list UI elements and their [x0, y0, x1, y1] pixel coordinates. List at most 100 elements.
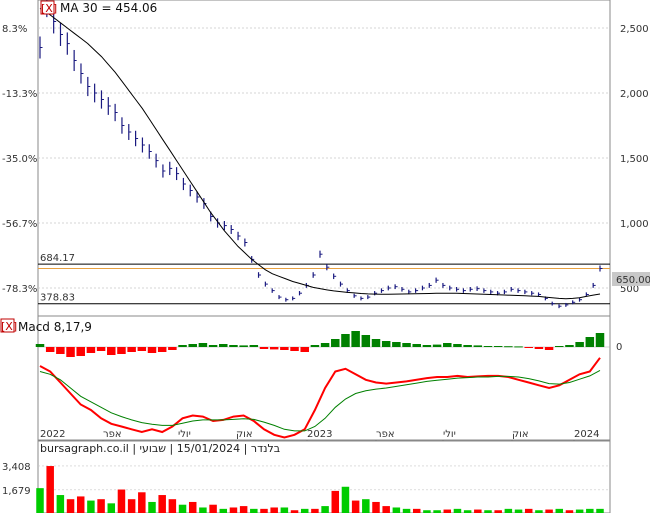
volume-bar	[229, 507, 238, 513]
macd-histogram-bar	[96, 347, 106, 351]
x-axis-tick: 2022	[40, 429, 65, 440]
macd-histogram-bar	[331, 339, 340, 347]
macd-histogram-bar	[443, 343, 452, 347]
volume-bar	[402, 508, 411, 513]
volume-bar	[504, 508, 513, 513]
volume-bar	[453, 508, 462, 513]
macd-histogram-bar	[86, 347, 96, 353]
volume-bar	[209, 504, 217, 513]
x-axis-tick: יולי	[178, 429, 191, 440]
macd-histogram-bar	[412, 344, 421, 347]
volume-bar	[87, 500, 95, 513]
close-macd-panel-label: [X]	[1, 320, 17, 333]
macd-histogram-bar	[595, 333, 605, 347]
macd-histogram-bar	[341, 334, 350, 347]
volume-left-tick: 1,679	[2, 486, 31, 497]
x-axis-tick: אוק	[512, 429, 529, 440]
stock-chart: 2,5002,0001,5001,000500 8.3%-13.3%-35.0%…	[0, 0, 650, 513]
volume-bar	[555, 508, 564, 513]
macd-histogram-bar	[463, 345, 472, 347]
macd-histogram-bar	[473, 345, 483, 347]
macd-histogram-bar	[188, 344, 197, 347]
macd-histogram-bar	[147, 347, 157, 353]
macd-histogram-bar	[157, 347, 167, 352]
volume-bar	[372, 501, 380, 513]
price-right-tick: 1,500	[620, 154, 649, 165]
price-panel-title: MA 30 = 454.06	[60, 1, 157, 15]
volume-bar	[270, 507, 278, 513]
macd-histogram-bar	[45, 347, 55, 352]
volume-bar	[586, 508, 594, 513]
volume-bar	[66, 499, 75, 513]
volume-bar	[514, 509, 523, 513]
macd-histogram-bar	[381, 341, 391, 347]
price-left-tick: -56.7%	[2, 219, 37, 230]
volume-bar	[596, 508, 604, 513]
macd-histogram-bar	[127, 347, 136, 352]
x-axis-tick: אפר	[103, 429, 122, 440]
volume-bar	[321, 506, 329, 513]
macd-histogram-bar	[534, 347, 544, 349]
volume-bar	[76, 496, 85, 513]
macd-histogram-bar	[290, 347, 299, 351]
macd-histogram-bar	[575, 342, 584, 347]
volume-bar	[382, 506, 390, 513]
macd-histogram-bar	[107, 347, 116, 355]
macd-histogram-bar	[432, 344, 442, 347]
macd-histogram-bar	[249, 345, 259, 347]
x-axis-tick: 2024	[574, 429, 599, 440]
macd-histogram-bar	[422, 345, 432, 347]
x-axis-tick: אוק	[236, 429, 253, 440]
volume-bar	[260, 508, 268, 513]
volume-bar	[412, 508, 421, 513]
macd-histogram-bar	[300, 347, 309, 352]
x-axis-tick: אפר	[376, 429, 395, 440]
macd-histogram-bar	[392, 342, 401, 347]
macd-histogram-bar	[514, 346, 523, 348]
x-axis-tick: 2023	[307, 429, 332, 440]
macd-histogram-bar	[402, 343, 411, 347]
macd-histogram-bar	[269, 347, 279, 350]
volume-bar	[443, 509, 452, 513]
macd-histogram-bar	[361, 335, 371, 347]
volume-bar	[117, 489, 126, 513]
x-axis-tick: יולי	[443, 429, 456, 440]
last-price-label: 650.00	[616, 275, 650, 286]
volume-bar	[138, 492, 146, 513]
macd-panel: [X] Macd 8,17,9 0	[0, 315, 622, 441]
macd-histogram-bar	[565, 345, 574, 347]
volume-bar	[107, 503, 116, 513]
volume-bar	[341, 486, 350, 513]
macd-histogram-bar	[219, 344, 228, 347]
volume-bar	[56, 495, 65, 513]
price-right-tick: 2,000	[620, 89, 649, 100]
macd-histogram-bar	[544, 347, 554, 350]
volume-bar	[545, 509, 553, 513]
volume-bar	[331, 490, 340, 513]
macd-histogram-bar	[35, 344, 45, 347]
price-panel: 2,5002,0001,5001,000500 8.3%-13.3%-35.0%…	[2, 0, 650, 317]
price-left-tick: -13.3%	[2, 89, 37, 100]
macd-histogram-bar	[555, 346, 564, 347]
volume-bar	[148, 501, 156, 513]
volume-bar	[178, 504, 187, 513]
macd-histogram-bar	[310, 345, 320, 347]
price-right-ticks: 2,5002,0001,5001,000500	[620, 24, 649, 295]
price-right-tick: 1,000	[620, 219, 649, 230]
price-left-ticks: 8.3% -13.3% -35.0% -56.7% -78.3%	[2, 24, 37, 295]
volume-bar	[239, 506, 248, 513]
macd-histogram-bar	[453, 344, 462, 347]
volume-bar	[46, 466, 54, 513]
volume-bar	[300, 508, 309, 513]
volume-bar	[219, 508, 228, 513]
volume-bar	[127, 499, 136, 513]
macd-histogram-bar	[178, 345, 187, 347]
volume-bar	[158, 495, 166, 513]
volume-bar	[36, 488, 44, 513]
reference-line-label: 378.83	[40, 293, 75, 304]
macd-histogram-bar	[239, 345, 248, 347]
volume-bar	[351, 500, 360, 513]
volume-bar	[168, 499, 177, 513]
macd-histogram-bar	[320, 343, 330, 347]
macd-histogram-bar	[66, 347, 75, 357]
